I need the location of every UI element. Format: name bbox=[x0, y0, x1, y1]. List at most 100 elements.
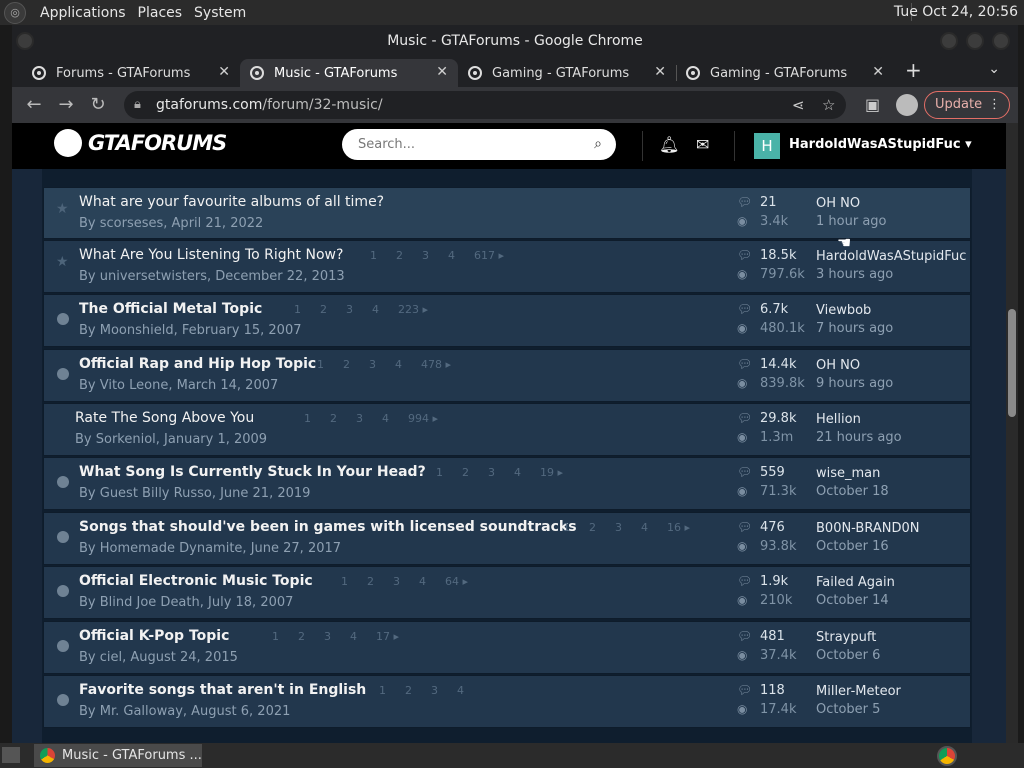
last-poster[interactable]: wise_man bbox=[816, 466, 966, 481]
last-poster[interactable]: OH NO bbox=[816, 196, 966, 211]
os-logo-icon[interactable]: ◎ bbox=[4, 1, 26, 24]
update-button[interactable]: Update ⋮ bbox=[924, 91, 1010, 119]
page-link[interactable]: 1 bbox=[379, 684, 386, 697]
page-link[interactable]: 1 bbox=[436, 466, 443, 479]
page-link[interactable]: 17 ▸ bbox=[376, 630, 399, 643]
topic-byline[interactable]: By Moonshield, February 15, 2007 bbox=[79, 323, 302, 338]
topic-byline[interactable]: By Blind Joe Death, July 18, 2007 bbox=[79, 595, 293, 610]
page-link[interactable]: 4 bbox=[419, 575, 426, 588]
page-link[interactable]: 617 ▸ bbox=[474, 249, 504, 262]
tab-forums[interactable]: Forums - GTAForums ✕ bbox=[22, 59, 240, 87]
menu-dots-icon[interactable]: ⋮ bbox=[988, 92, 1001, 118]
topic-byline[interactable]: By ciel, August 24, 2015 bbox=[79, 650, 238, 665]
last-post-date[interactable]: 21 hours ago bbox=[816, 430, 902, 445]
topic-title[interactable]: What are your favourite albums of all ti… bbox=[79, 194, 384, 210]
topic-byline[interactable]: By Guest Billy Russo, June 21, 2019 bbox=[79, 486, 310, 501]
scrollbar-thumb[interactable] bbox=[1008, 309, 1016, 417]
last-post-date[interactable]: 7 hours ago bbox=[816, 321, 893, 336]
forward-icon[interactable]: → bbox=[54, 93, 78, 117]
last-poster[interactable]: Failed Again bbox=[816, 575, 966, 590]
page-scrollbar[interactable] bbox=[1006, 123, 1018, 743]
last-post-date[interactable]: October 14 bbox=[816, 593, 889, 608]
page-link[interactable]: 4 bbox=[448, 249, 455, 262]
last-poster[interactable]: OH NO bbox=[816, 358, 966, 373]
back-icon[interactable]: ← bbox=[22, 93, 46, 117]
show-desktop-icon[interactable] bbox=[2, 747, 20, 763]
topic-byline[interactable]: By universetwisters, December 22, 2013 bbox=[79, 269, 345, 284]
profile-avatar-icon[interactable] bbox=[896, 94, 918, 116]
topic-byline[interactable]: By Vito Leone, March 14, 2007 bbox=[79, 378, 278, 393]
page-link[interactable]: 3 bbox=[422, 249, 429, 262]
window-titlebar[interactable]: Music - GTAForums - Google Chrome bbox=[12, 25, 1018, 57]
os-clock[interactable]: Tue Oct 24, 20:56 bbox=[894, 4, 1018, 20]
page-link[interactable]: 2 bbox=[405, 684, 412, 697]
user-avatar[interactable]: H bbox=[754, 133, 780, 159]
close-tab-icon[interactable]: ✕ bbox=[218, 64, 230, 80]
last-post-date[interactable]: 3 hours ago bbox=[816, 267, 893, 282]
page-link[interactable]: 2 bbox=[343, 358, 350, 371]
page-link[interactable]: 3 bbox=[324, 630, 331, 643]
topic-title[interactable]: Official Rap and Hip Hop Topic bbox=[79, 356, 316, 372]
page-link[interactable]: 1 bbox=[370, 249, 377, 262]
topic-byline[interactable]: By Homemade Dynamite, June 27, 2017 bbox=[79, 541, 341, 556]
last-post-date[interactable]: 1 hour ago bbox=[816, 214, 886, 229]
page-link[interactable]: 2 bbox=[330, 412, 337, 425]
share-icon[interactable]: ⋖ bbox=[792, 91, 805, 119]
last-post-date[interactable]: October 5 bbox=[816, 702, 880, 717]
taskbar-chrome-window[interactable]: Music - GTAForums ... bbox=[34, 744, 202, 767]
topic-row[interactable]: Rate The Song Above You 1 2 3 4 994 ▸ By Sorke… bbox=[43, 403, 971, 456]
os-menu-places[interactable]: Places bbox=[132, 5, 189, 21]
tab-music[interactable]: Music - GTAForums ✕ bbox=[240, 59, 458, 87]
page-link[interactable]: 4 bbox=[457, 684, 464, 697]
topic-title[interactable]: The Official Metal Topic bbox=[79, 301, 262, 317]
tray-chrome-icon[interactable] bbox=[937, 746, 957, 766]
os-menu-system[interactable]: System bbox=[188, 5, 252, 21]
last-poster[interactable]: Straypuft bbox=[816, 630, 966, 645]
topic-row[interactable]: Songs that should've been in games with … bbox=[43, 512, 971, 565]
topic-byline[interactable]: By Sorkeniol, January 1, 2009 bbox=[75, 432, 267, 447]
last-post-date[interactable]: October 16 bbox=[816, 539, 889, 554]
page-link[interactable]: 4 bbox=[350, 630, 357, 643]
page-link[interactable]: 4 bbox=[372, 303, 379, 316]
close-tab-icon[interactable]: ✕ bbox=[654, 64, 666, 80]
page-link[interactable]: 1 bbox=[272, 630, 279, 643]
tab-gaming-1[interactable]: Gaming - GTAForums ✕ bbox=[458, 59, 676, 87]
messages-envelope-icon[interactable]: ✉ bbox=[696, 135, 709, 154]
notifications-bell-icon[interactable]: 🔔︎ bbox=[659, 135, 679, 154]
site-logo[interactable]: GTAFORUMS bbox=[54, 129, 227, 157]
topic-row[interactable]: ★ What are your favourite albums of all t… bbox=[43, 187, 971, 239]
last-post-date[interactable]: 9 hours ago bbox=[816, 376, 893, 391]
last-poster[interactable]: Miller-Meteor bbox=[816, 684, 966, 699]
topic-title[interactable]: Official K-Pop Topic bbox=[79, 628, 229, 644]
side-panel-icon[interactable]: ▣ bbox=[865, 95, 880, 114]
topic-row[interactable]: Favorite songs that aren't in English 1 2 3… bbox=[43, 675, 971, 728]
page-link[interactable]: 4 bbox=[395, 358, 402, 371]
page-link[interactable]: 2 bbox=[298, 630, 305, 643]
page-link[interactable]: 1 bbox=[317, 358, 324, 371]
minimize-icon[interactable] bbox=[940, 32, 958, 50]
page-link[interactable]: 4 bbox=[382, 412, 389, 425]
last-poster[interactable]: Hellion bbox=[816, 412, 966, 427]
lock-icon[interactable]: 🔒︎ bbox=[134, 91, 141, 119]
page-link[interactable]: 2 bbox=[462, 466, 469, 479]
search-input[interactable]: Search... ⌕ bbox=[342, 129, 616, 160]
last-poster[interactable]: B00N-BRAND0N bbox=[816, 521, 966, 536]
page-link[interactable]: 2 bbox=[367, 575, 374, 588]
address-bar[interactable]: 🔒︎ gtaforums.com/forum/32-music/ ⋖ ☆ bbox=[124, 91, 846, 119]
close-tab-icon[interactable]: ✕ bbox=[872, 64, 884, 80]
page-link[interactable]: 1 bbox=[563, 521, 570, 534]
topic-row[interactable]: The Official Metal Topic 1 2 3 4 223 ▸ By Moon… bbox=[43, 294, 971, 347]
page-link[interactable]: 478 ▸ bbox=[421, 358, 451, 371]
page-link[interactable]: 1 bbox=[304, 412, 311, 425]
tab-search-chevron-icon[interactable]: ⌄ bbox=[988, 61, 1000, 77]
page-link[interactable]: 4 bbox=[514, 466, 521, 479]
page-link[interactable]: 3 bbox=[393, 575, 400, 588]
page-link[interactable]: 2 bbox=[589, 521, 596, 534]
topic-title[interactable]: What Are You Listening To Right Now? bbox=[79, 247, 343, 263]
last-post-date[interactable]: October 6 bbox=[816, 648, 880, 663]
topic-row[interactable]: What Song Is Currently Stuck In Your Hea… bbox=[43, 457, 971, 510]
page-link[interactable]: 64 ▸ bbox=[445, 575, 468, 588]
search-icon[interactable]: ⌕ bbox=[594, 129, 602, 160]
topic-row[interactable]: Official Electronic Music Topic 1 2 3 4 64 ▸ B… bbox=[43, 566, 971, 619]
os-menu-applications[interactable]: Applications bbox=[34, 5, 132, 21]
